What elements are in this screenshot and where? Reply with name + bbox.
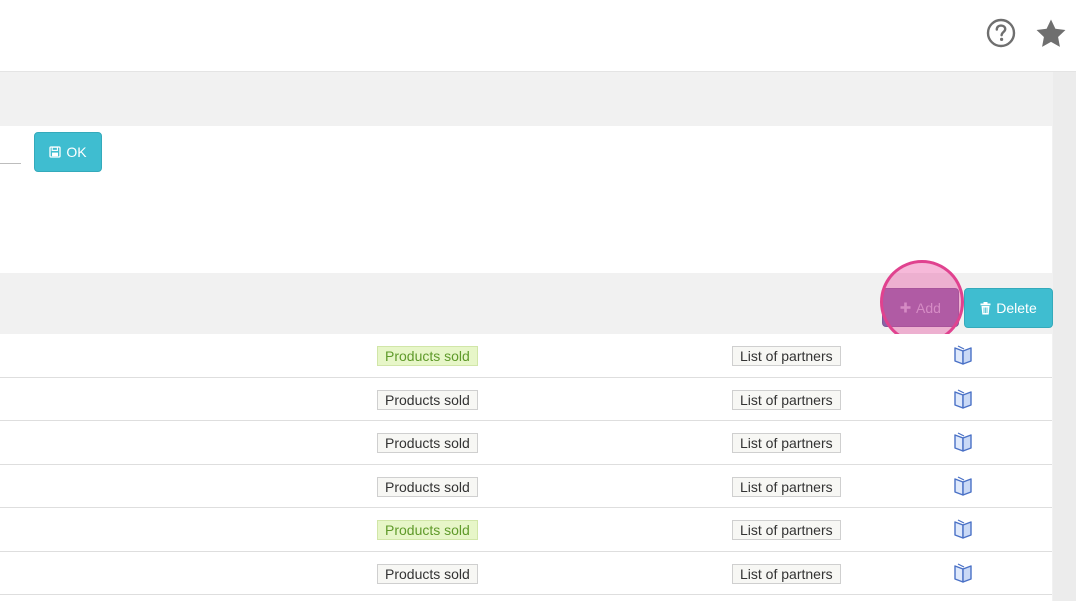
top-bar xyxy=(0,0,1076,72)
delete-button[interactable]: Delete xyxy=(964,288,1053,328)
products-sold-tag[interactable]: Products sold xyxy=(377,563,478,584)
list-of-partners-tag[interactable]: List of partners xyxy=(732,389,841,410)
book-icon[interactable] xyxy=(952,475,974,496)
ok-label: OK xyxy=(66,144,87,160)
book-icon[interactable] xyxy=(952,562,974,583)
products-sold-tag[interactable]: Products sold xyxy=(377,346,478,366)
data-table: Products sold List of partners Products … xyxy=(0,334,1052,601)
products-sold-tag[interactable]: Products sold xyxy=(377,520,478,540)
list-of-partners-tag[interactable]: List of partners xyxy=(732,520,841,540)
products-sold-tag[interactable]: Products sold xyxy=(377,476,478,497)
plus-icon xyxy=(900,302,911,313)
book-icon[interactable] xyxy=(952,432,974,452)
save-icon xyxy=(49,146,62,158)
table-row: Products sold List of partners xyxy=(0,334,1052,378)
products-sold-tag[interactable]: Products sold xyxy=(377,389,478,410)
text-field[interactable] xyxy=(0,163,21,164)
question-circle-icon[interactable] xyxy=(986,18,1016,48)
products-sold-tag[interactable]: Products sold xyxy=(377,433,478,453)
list-of-partners-tag[interactable]: List of partners xyxy=(732,563,841,584)
add-label: Add xyxy=(916,299,941,316)
scrollbar-track[interactable] xyxy=(1053,72,1076,601)
trash-icon xyxy=(980,301,991,314)
table-row: Products sold List of partners xyxy=(0,378,1052,421)
form-panel xyxy=(0,126,1052,273)
add-button[interactable]: Add xyxy=(882,288,959,327)
book-icon[interactable] xyxy=(952,345,974,365)
book-icon[interactable] xyxy=(952,519,974,539)
table-row: Products sold List of partners xyxy=(0,508,1052,552)
table-row: Products sold List of partners xyxy=(0,421,1052,465)
table-row: Products sold List of partners xyxy=(0,465,1052,508)
list-of-partners-tag[interactable]: List of partners xyxy=(732,476,841,497)
delete-label: Delete xyxy=(996,300,1037,316)
ok-button[interactable]: OK xyxy=(34,132,102,172)
table-row: Products sold List of partners xyxy=(0,552,1052,595)
star-icon[interactable] xyxy=(1034,17,1068,51)
list-of-partners-tag[interactable]: List of partners xyxy=(732,433,841,453)
book-icon[interactable] xyxy=(952,388,974,409)
list-of-partners-tag[interactable]: List of partners xyxy=(732,346,841,366)
